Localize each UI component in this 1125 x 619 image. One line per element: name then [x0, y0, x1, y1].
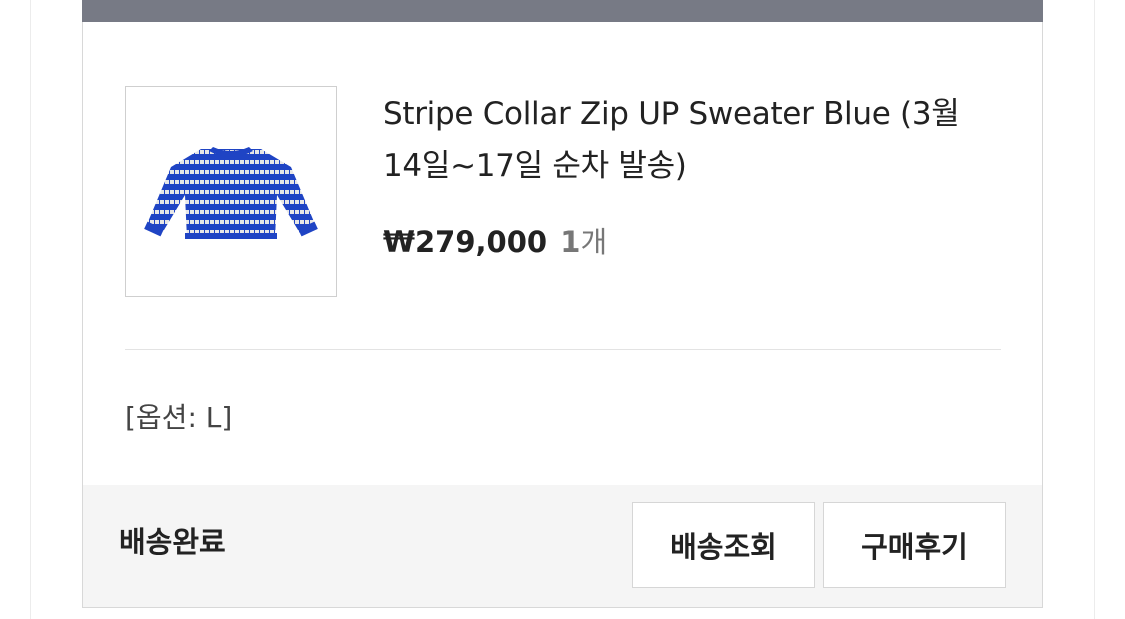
card-footer: 배송완료 배송조회 구매후기 [83, 485, 1042, 607]
divider [125, 349, 1001, 350]
product-name[interactable]: Stripe Collar Zip UP Sweater Blue (3월 14… [383, 88, 1003, 192]
product-quantity: 1 [560, 225, 581, 259]
write-review-button[interactable]: 구매후기 [823, 502, 1006, 588]
page-left-border [30, 0, 31, 619]
order-item-card: Stripe Collar Zip UP Sweater Blue (3월 14… [82, 0, 1043, 608]
page-right-border [1094, 0, 1095, 619]
product-option: [옵션: L] [125, 401, 233, 434]
card-header-bar [82, 0, 1043, 22]
product-thumbnail[interactable] [125, 86, 337, 297]
product-price: ₩279,000 [383, 225, 548, 259]
price-quantity-row: ₩279,000 1개 [383, 220, 607, 264]
delivery-status: 배송완료 [119, 525, 226, 559]
track-delivery-button[interactable]: 배송조회 [632, 502, 815, 588]
quantity-unit: 개 [580, 225, 608, 259]
blue-striped-sweater-image [144, 146, 318, 239]
